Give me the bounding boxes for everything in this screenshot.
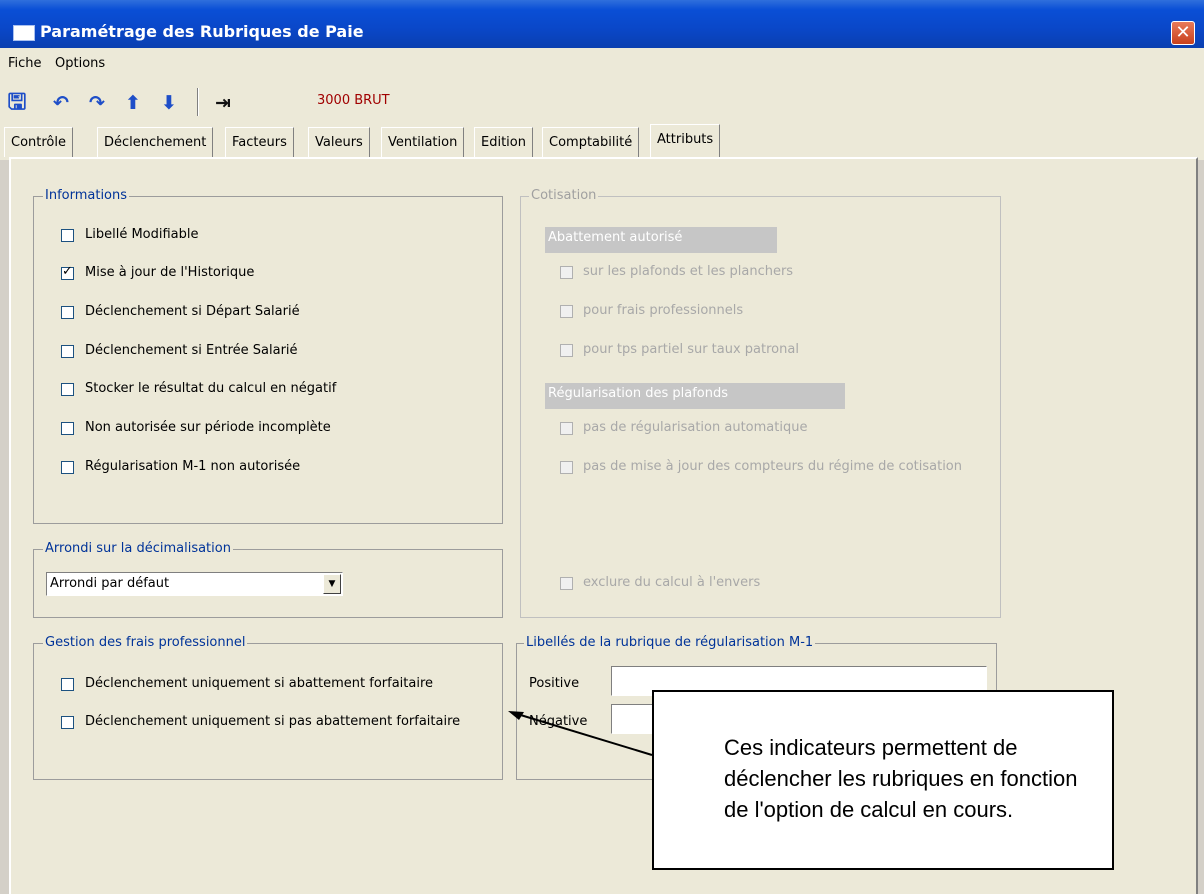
menu-bar: Fiche Options xyxy=(0,48,1204,76)
pas-mise-a-jour-compteurs-label: pas de mise à jour des compteurs du régi… xyxy=(583,459,962,474)
menu-options[interactable]: Options xyxy=(55,56,105,71)
checkbox-libelle-modifiable[interactable] xyxy=(61,229,74,242)
cotisation-label: Cotisation xyxy=(529,188,599,203)
abattement-forfaitaire-label: Déclenchement uniquement si abattement f… xyxy=(85,676,434,691)
tab-facteurs[interactable]: Facteurs xyxy=(225,127,294,157)
toolbar: 🖫 ↶ ↷ ⬆ ⬇ ⇥ 3000 BRUT xyxy=(0,76,1204,124)
title-bar: Paramétrage des Rubriques de Paie ✕ xyxy=(0,0,1204,48)
tab-comptabilite[interactable]: Comptabilité xyxy=(542,127,640,157)
tab-ventilation[interactable]: Ventilation xyxy=(381,127,465,157)
regularisation-plafonds-heading: Régularisation des plafonds xyxy=(545,383,845,409)
checkbox-entree-salarie[interactable] xyxy=(61,345,74,358)
arrow-up-icon[interactable]: ⬆ xyxy=(122,92,144,114)
callout-box: Ces indicateurs permettent de déclencher… xyxy=(652,690,1114,870)
checkbox-mise-a-jour-historique[interactable]: ✓ xyxy=(61,264,74,280)
entree-salarie-label: Déclenchement si Entrée Salarié xyxy=(85,343,298,358)
informations-group xyxy=(33,196,503,524)
checkbox-abattement-forfaitaire[interactable] xyxy=(61,678,74,691)
checkbox-depart-salarie[interactable] xyxy=(61,306,74,319)
checkbox-frais-professionnels[interactable] xyxy=(560,305,573,318)
abattement-heading: Abattement autorisé xyxy=(545,227,777,253)
close-icon: ✕ xyxy=(1175,22,1191,43)
checkbox-pas-abattement-forfaitaire[interactable] xyxy=(61,716,74,729)
tab-strip: Contrôle Déclenchement Facteurs Valeurs … xyxy=(0,124,1204,160)
positive-label: Positive xyxy=(529,676,580,691)
checkbox-exclure-calcul-envers[interactable] xyxy=(560,577,573,590)
regularisation-m1-label: Régularisation M-1 non autorisée xyxy=(85,459,301,474)
menu-fiche[interactable]: Fiche xyxy=(8,56,42,71)
depart-salarie-label: Déclenchement si Départ Salarié xyxy=(85,304,300,319)
tab-controle[interactable]: Contrôle xyxy=(4,127,73,157)
undo-icon[interactable]: ↶ xyxy=(50,92,72,114)
mise-a-jour-historique-label: Mise à jour de l'Historique xyxy=(85,265,255,280)
close-button[interactable]: ✕ xyxy=(1171,21,1195,45)
callout-arrow xyxy=(508,711,653,756)
frais-professionnels-label: pour frais professionnels xyxy=(583,303,744,318)
checkbox-pas-mise-a-jour-compteurs[interactable] xyxy=(560,461,573,474)
exclure-calcul-envers-label: exclure du calcul à l'envers xyxy=(583,575,761,590)
save-icon[interactable]: 🖫 xyxy=(6,92,28,114)
rubrique-code: 3000 BRUT xyxy=(317,93,390,108)
tab-edition[interactable]: Edition xyxy=(474,127,533,157)
window-title: Paramétrage des Rubriques de Paie xyxy=(40,22,364,41)
periode-incomplete-label: Non autorisée sur période incomplète xyxy=(85,420,331,435)
arrondi-label: Arrondi sur la décimalisation xyxy=(43,541,233,556)
callout-text: Ces indicateurs permettent de déclencher… xyxy=(724,735,1078,822)
libelles-label: Libellés de la rubrique de régularisatio… xyxy=(524,635,816,650)
libelle-modifiable-label: Libellé Modifiable xyxy=(85,227,199,242)
frais-label: Gestion des frais professionnel xyxy=(43,635,248,650)
checkbox-stocker-negatif[interactable] xyxy=(61,383,74,396)
checkbox-plafonds-planchers[interactable] xyxy=(560,266,573,279)
checkbox-pas-regularisation[interactable] xyxy=(560,422,573,435)
checkbox-periode-incomplete[interactable] xyxy=(61,422,74,435)
exit-icon[interactable]: ⇥ xyxy=(212,92,234,114)
app-icon xyxy=(13,25,35,41)
stocker-negatif-label: Stocker le résultat du calcul en négatif xyxy=(85,381,337,396)
checkmark-icon: ✓ xyxy=(62,264,73,279)
arrondi-select[interactable]: Arrondi par défaut ▼ xyxy=(46,572,343,596)
dropdown-arrow-icon[interactable]: ▼ xyxy=(323,574,341,594)
toolbar-separator xyxy=(197,88,199,116)
arrondi-select-value: Arrondi par défaut xyxy=(50,576,170,591)
tab-valeurs[interactable]: Valeurs xyxy=(308,127,370,157)
checkbox-tps-partiel[interactable] xyxy=(560,344,573,357)
checkbox-regularisation-m1[interactable] xyxy=(61,461,74,474)
plafonds-planchers-label: sur les plafonds et les planchers xyxy=(583,264,794,279)
app-window: Paramétrage des Rubriques de Paie ✕ Fich… xyxy=(0,0,1204,894)
tps-partiel-label: pour tps partiel sur taux patronal xyxy=(583,342,799,357)
redo-icon[interactable]: ↷ xyxy=(86,92,108,114)
tab-attributs[interactable]: Attributs xyxy=(650,124,721,158)
informations-label: Informations xyxy=(43,188,130,203)
frais-group xyxy=(33,643,503,780)
tab-declenchement[interactable]: Déclenchement xyxy=(97,127,214,157)
arrow-down-icon[interactable]: ⬇ xyxy=(158,92,180,114)
pas-abattement-forfaitaire-label: Déclenchement uniquement si pas abatteme… xyxy=(85,714,461,729)
pas-regularisation-label: pas de régularisation automatique xyxy=(583,420,808,435)
